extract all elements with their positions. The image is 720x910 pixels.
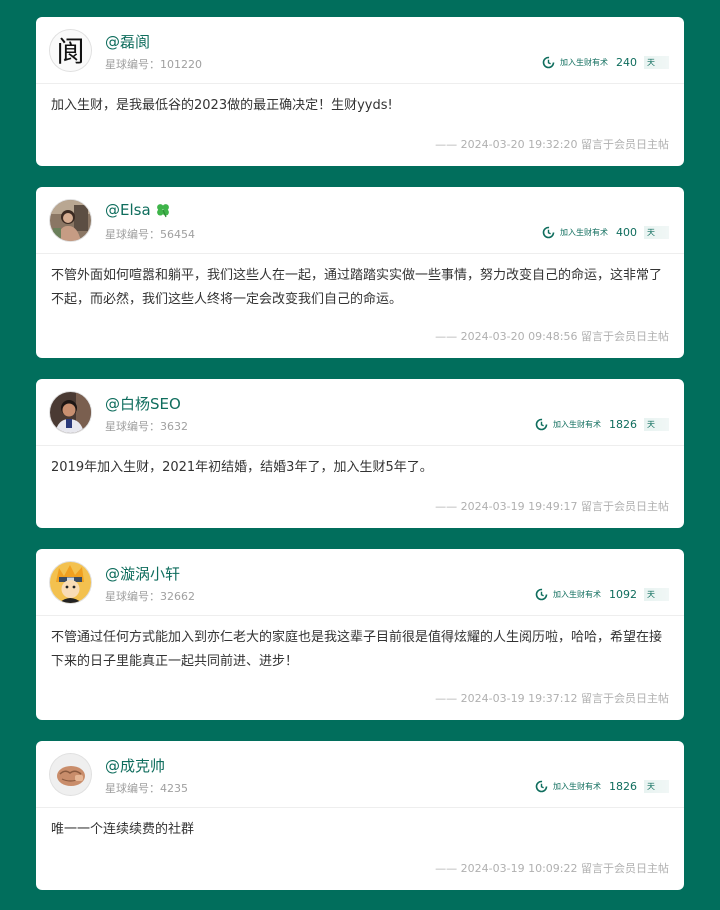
post-content: 唯一一个连续续费的社群 xyxy=(51,822,195,837)
clock-icon xyxy=(535,418,548,430)
woman-photo-avatar[interactable] xyxy=(50,200,91,241)
joined-duration: 加入生财有术 240 天 xyxy=(542,55,669,69)
post-content: 加入生财，是我最低谷的2023做的最正确决定！生财yyds! xyxy=(51,98,393,113)
post-header: @成克帅 星球编号：4235 加入生财有术 1826 天 xyxy=(36,741,684,808)
post-card: @漩涡小轩 星球编号：32662 加入生财有术 1092 天 不管通过任何方式能… xyxy=(36,549,684,720)
username[interactable]: @白杨SEO xyxy=(105,393,181,414)
clock-icon xyxy=(535,780,548,792)
joined-unit: 天 xyxy=(644,55,669,69)
post-footer: —— 2024-03-20 09:48:56 留言于会员日主帖 xyxy=(435,330,669,343)
member-id: 星球编号：3632 xyxy=(105,420,188,433)
username[interactable]: @成克帅 xyxy=(105,755,165,776)
joined-unit: 天 xyxy=(644,587,669,601)
username[interactable]: @漩涡小轩 xyxy=(105,563,180,584)
post-card: @白杨SEO 星球编号：3632 加入生财有术 1826 天 2019年加入生财… xyxy=(36,379,684,528)
joined-duration: 加入生财有术 1826 天 xyxy=(535,417,669,431)
joined-label: 加入生财有术 xyxy=(553,419,601,429)
avatar-character: 阆 xyxy=(56,35,84,68)
clover-icon xyxy=(156,204,169,218)
joined-days: 1826 xyxy=(609,779,637,793)
post-footer: —— 2024-03-19 19:37:12 留言于会员日主帖 xyxy=(435,692,669,705)
joined-days: 1826 xyxy=(609,417,637,431)
post-content: 2019年加入生财，2021年初结婚，结婚3年了，加入生财5年了。 xyxy=(51,460,433,475)
joined-duration: 加入生财有术 1092 天 xyxy=(535,587,669,601)
member-id: 星球编号：101220 xyxy=(105,58,202,71)
clock-icon xyxy=(542,56,555,68)
post-header: @白杨SEO 星球编号：3632 加入生财有术 1826 天 xyxy=(36,379,684,446)
post-footer: —— 2024-03-19 10:09:22 留言于会员日主帖 xyxy=(435,862,669,875)
post-header: @漩涡小轩 星球编号：32662 加入生财有术 1092 天 xyxy=(36,549,684,616)
joined-duration: 加入生财有术 400 天 xyxy=(542,225,669,239)
post-card: @Elsa 星球编号：56454 加入生财有术 400 天 不管外面如何喧嚣和躺… xyxy=(36,187,684,358)
joined-days: 1092 xyxy=(609,587,637,601)
joined-label: 加入生财有术 xyxy=(560,57,608,67)
joined-label: 加入生财有术 xyxy=(553,781,601,791)
member-id: 星球编号：56454 xyxy=(105,228,195,241)
post-card: 阆 @磊阆 星球编号：101220 加入生财有术 240 天 加入生财，是我最低… xyxy=(36,17,684,166)
joined-unit: 天 xyxy=(644,779,669,793)
joined-days: 240 xyxy=(616,55,637,69)
man-photo-avatar[interactable] xyxy=(50,392,91,433)
member-id: 星球编号：4235 xyxy=(105,782,188,795)
joined-duration: 加入生财有术 1826 天 xyxy=(535,779,669,793)
post-content: 不管通过任何方式能加入到亦仁老大的家庭也是我这辈子目前很是值得炫耀的人生阅历啦，… xyxy=(51,630,663,669)
clock-icon xyxy=(535,588,548,600)
post-content: 不管外面如何喧嚣和躺平，我们这些人在一起，通过踏踏实实做一些事情，努力改变自己的… xyxy=(51,268,663,307)
post-header: 阆 @磊阆 星球编号：101220 加入生财有术 240 天 xyxy=(36,17,684,84)
joined-label: 加入生财有术 xyxy=(560,227,608,237)
calligraphy-character-avatar[interactable]: 阆 xyxy=(50,30,91,71)
cartoon-ninja-avatar[interactable] xyxy=(50,562,91,603)
username[interactable]: @磊阆 xyxy=(105,31,150,52)
fist-photo-avatar[interactable] xyxy=(50,754,91,795)
joined-label: 加入生财有术 xyxy=(553,589,601,599)
joined-unit: 天 xyxy=(644,417,669,431)
post-card: @成克帅 星球编号：4235 加入生财有术 1826 天 唯一一个连续续费的社群… xyxy=(36,741,684,890)
clock-icon xyxy=(542,226,555,238)
post-header: @Elsa 星球编号：56454 加入生财有术 400 天 xyxy=(36,187,684,254)
joined-unit: 天 xyxy=(644,225,669,239)
username[interactable]: @Elsa xyxy=(105,201,171,219)
post-footer: —— 2024-03-19 19:49:17 留言于会员日主帖 xyxy=(435,500,669,513)
joined-days: 400 xyxy=(616,225,637,239)
post-footer: —— 2024-03-20 19:32:20 留言于会员日主帖 xyxy=(435,138,669,151)
member-id: 星球编号：32662 xyxy=(105,590,195,603)
testimonial-feed: 阆 @磊阆 星球编号：101220 加入生财有术 240 天 加入生财，是我最低… xyxy=(0,0,720,910)
